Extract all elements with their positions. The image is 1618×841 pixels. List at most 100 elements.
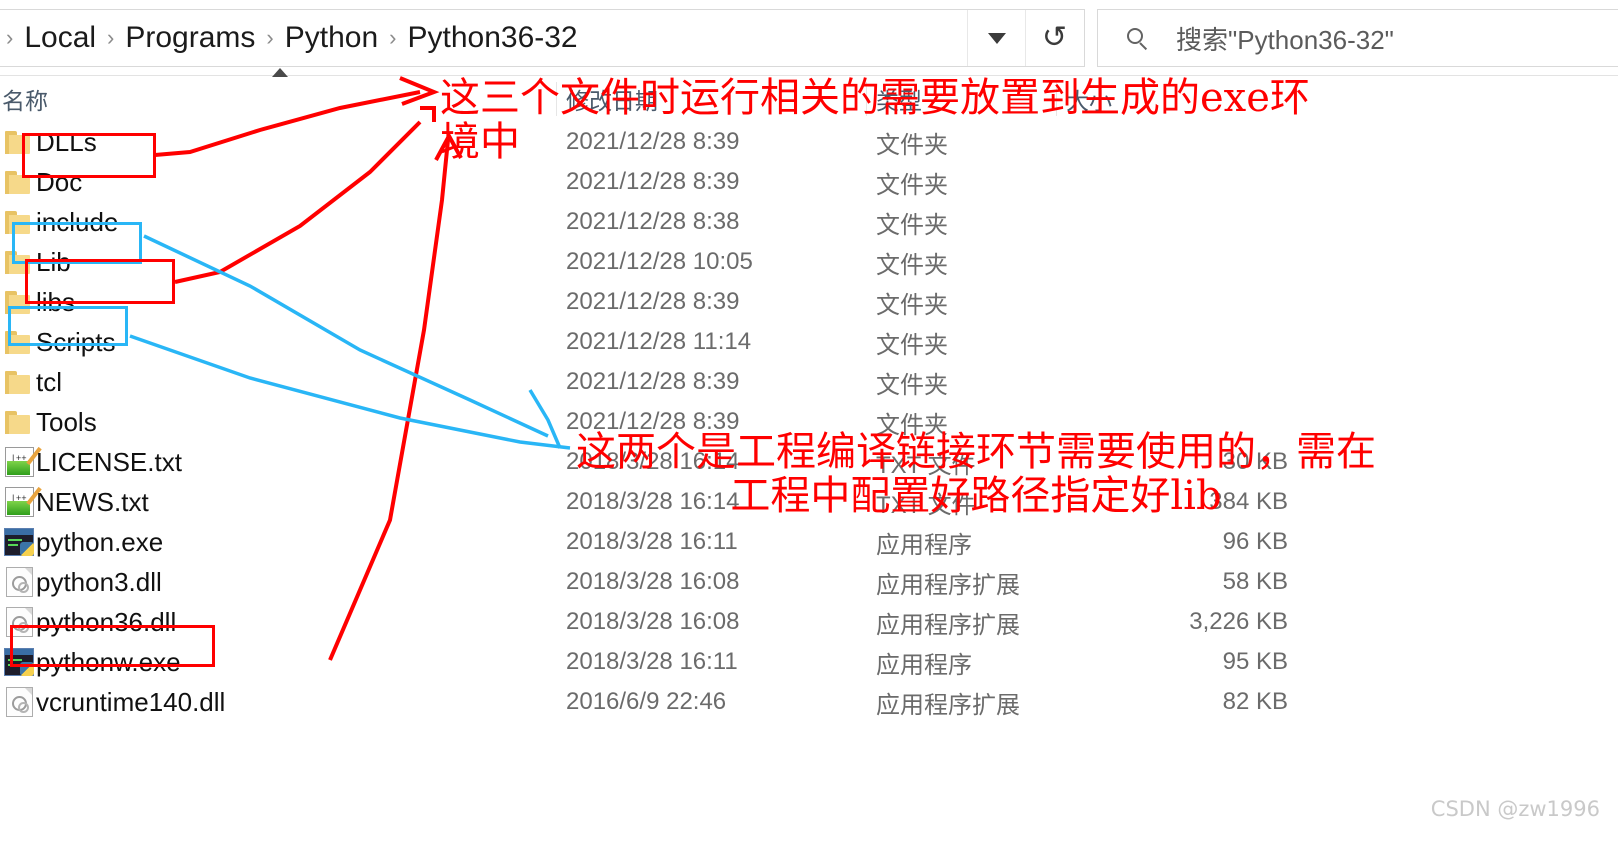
file-type: TXT 文件	[876, 491, 976, 519]
file-date-modified: 2016/6/9 22:46	[566, 688, 727, 715]
search-input[interactable]: 搜索"Python36-32"	[1176, 20, 1394, 57]
file-row[interactable]: libs 2021/12/28 8:39 文件夹	[0, 282, 1618, 322]
file-size: 30 KB	[1222, 448, 1288, 475]
file-row[interactable]: Scripts 2021/12/28 11:14 文件夹	[0, 322, 1618, 362]
column-header-type[interactable]: 类型	[876, 76, 922, 122]
column-divider-3[interactable]	[1056, 82, 1057, 116]
file-row[interactable]: vcruntime140.dll 2016/6/9 22:46 应用程序扩展 82 K…	[0, 682, 1618, 722]
search-icon	[1098, 28, 1176, 51]
file-type: 应用程序	[876, 531, 972, 559]
file-name[interactable]: libs	[36, 287, 75, 318]
file-date-modified: 2021/12/28 8:39	[566, 168, 740, 195]
file-row[interactable]: tcl 2021/12/28 8:39 文件夹	[0, 362, 1618, 402]
file-date-modified: 2018/3/28 16:11	[566, 648, 738, 675]
file-type: 文件夹	[876, 291, 948, 319]
file-date-modified: 2021/12/28 10:05	[566, 248, 753, 275]
file-row[interactable]: Lib 2021/12/28 10:05 文件夹	[0, 242, 1618, 282]
breadcrumb-separator-0: ›	[6, 25, 14, 50]
breadcrumb-separator-2: ›	[266, 25, 274, 50]
folder-icon	[2, 167, 36, 197]
file-size: 3,226 KB	[1189, 608, 1288, 635]
refresh-icon: ↻	[1042, 21, 1068, 54]
dll-file-icon	[2, 607, 36, 637]
file-type: 文件夹	[876, 371, 948, 399]
column-divider-1[interactable]	[556, 82, 557, 116]
folder-icon	[2, 207, 36, 237]
chevron-down-icon	[988, 32, 1006, 44]
file-size: 82 KB	[1222, 688, 1288, 715]
explorer-toolbar: › Local › Programs › Python › Python36-3…	[0, 0, 1618, 76]
breadcrumb-item-programs[interactable]: Programs	[119, 23, 261, 53]
file-type: TXT 文件	[876, 451, 976, 479]
watermark: CSDN @zw1996	[1430, 797, 1600, 821]
file-name[interactable]: DLLs	[36, 127, 97, 158]
file-type: 应用程序	[876, 651, 972, 679]
file-name[interactable]: tcl	[36, 367, 62, 398]
file-date-modified: 2018/3/28 16:11	[566, 528, 738, 555]
file-row[interactable]: Tools 2021/12/28 8:39 文件夹	[0, 402, 1618, 442]
file-type: 应用程序扩展	[876, 571, 1020, 599]
file-row[interactable]: |++ NEWS.txt 2018/3/28 16:14 TXT 文件 384 KB	[0, 482, 1618, 522]
file-row[interactable]: pythonw.exe 2018/3/28 16:11 应用程序 95 KB	[0, 642, 1618, 682]
file-type: 文件夹	[876, 131, 948, 159]
breadcrumb-item-local[interactable]: Local	[18, 23, 102, 53]
application-icon	[2, 647, 36, 677]
file-date-modified: 2021/12/28 8:39	[566, 288, 740, 315]
file-list: DLLs 2021/12/28 8:39 文件夹 Doc 2021/12/28 8:39…	[0, 122, 1618, 722]
file-row[interactable]: Doc 2021/12/28 8:39 文件夹	[0, 162, 1618, 202]
file-name[interactable]: python36.dll	[36, 607, 176, 638]
column-header-name[interactable]: 名称	[2, 76, 48, 122]
file-name[interactable]: Scripts	[36, 327, 115, 358]
dll-file-icon	[2, 567, 36, 597]
file-name[interactable]: vcruntime140.dll	[36, 687, 225, 718]
breadcrumb-separator-1: ›	[107, 25, 115, 50]
file-type: 文件夹	[876, 251, 948, 279]
folder-icon	[2, 287, 36, 317]
file-type: 文件夹	[876, 331, 948, 359]
dll-file-icon	[2, 687, 36, 717]
folder-icon	[2, 327, 36, 357]
file-name[interactable]: include	[36, 207, 118, 238]
folder-icon	[2, 367, 36, 397]
file-name[interactable]: python3.dll	[36, 567, 162, 598]
file-name[interactable]: python.exe	[36, 527, 163, 558]
breadcrumb-item-python36-32[interactable]: Python36-32	[401, 23, 583, 53]
breadcrumb-item-python[interactable]: Python	[279, 23, 384, 53]
file-date-modified: 2018/3/28 16:08	[566, 608, 740, 635]
file-size: 96 KB	[1222, 528, 1288, 555]
address-dropdown-button[interactable]	[967, 10, 1026, 66]
text-file-icon: |++	[2, 486, 42, 517]
file-type: 应用程序扩展	[876, 691, 1020, 719]
file-type: 文件夹	[876, 411, 948, 439]
refresh-button[interactable]: ↻	[1025, 10, 1084, 66]
file-name[interactable]: pythonw.exe	[36, 647, 181, 678]
folder-icon	[2, 247, 36, 277]
file-size: 95 KB	[1222, 648, 1288, 675]
file-date-modified: 2021/12/28 8:38	[566, 208, 740, 235]
file-date-modified: 2021/12/28 8:39	[566, 408, 740, 435]
file-name[interactable]: NEWS.txt	[36, 487, 149, 518]
file-row[interactable]: include 2021/12/28 8:38 文件夹	[0, 202, 1618, 242]
file-type: 应用程序扩展	[876, 611, 1020, 639]
file-name[interactable]: Doc	[36, 167, 82, 198]
column-header-date-modified[interactable]: 修改日期	[566, 76, 658, 122]
file-name[interactable]: Tools	[36, 407, 97, 438]
file-row[interactable]: python36.dll 2018/3/28 16:08 应用程序扩展 3,226 K…	[0, 602, 1618, 642]
file-row[interactable]: DLLs 2021/12/28 8:39 文件夹	[0, 122, 1618, 162]
text-file-icon: |++	[2, 446, 42, 477]
file-row[interactable]: python3.dll 2018/3/28 16:08 应用程序扩展 58 KB	[0, 562, 1618, 602]
sort-ascending-caret-icon	[272, 68, 288, 77]
file-type: 文件夹	[876, 171, 948, 199]
breadcrumb-separator-3: ›	[389, 25, 397, 50]
application-icon	[2, 527, 36, 557]
column-divider-2[interactable]	[866, 82, 867, 116]
breadcrumb: › Local › Programs › Python › Python36-3…	[0, 10, 584, 66]
search-box[interactable]: 搜索"Python36-32"	[1097, 9, 1618, 67]
file-row[interactable]: python.exe 2018/3/28 16:11 应用程序 96 KB	[0, 522, 1618, 562]
file-name[interactable]: Lib	[36, 247, 71, 278]
column-header-size[interactable]: 大小	[1066, 76, 1112, 122]
file-name[interactable]: LICENSE.txt	[36, 447, 182, 478]
file-row[interactable]: |++ LICENSE.txt 2018/3/28 16:14 TXT 文件 30 KB	[0, 442, 1618, 482]
column-header-row: 名称 修改日期 类型 大小	[0, 76, 1618, 122]
address-bar[interactable]: › Local › Programs › Python › Python36-3…	[0, 9, 1085, 67]
